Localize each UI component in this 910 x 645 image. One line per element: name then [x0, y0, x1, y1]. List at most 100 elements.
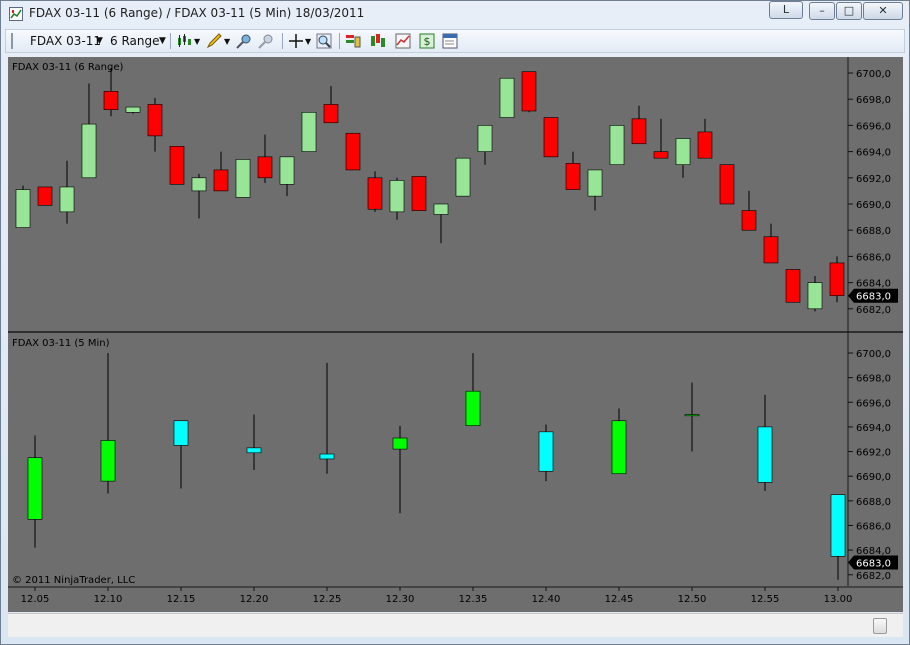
- x-axis-tick-label: 12.05: [21, 594, 50, 605]
- candle-body: [653, 151, 669, 159]
- zoom-out-icon[interactable]: [258, 33, 274, 49]
- last-price-label: 6683,0: [856, 292, 891, 303]
- drawing-tool-dropdown-icon[interactable]: ▼: [224, 37, 230, 46]
- candle-body: [697, 131, 713, 159]
- chart-style-icon[interactable]: [176, 33, 192, 49]
- x-axis-tick-label: 12.15: [167, 594, 196, 605]
- y-axis-tick-label: 6700,0: [856, 69, 891, 80]
- zoom-in-icon[interactable]: [236, 33, 252, 49]
- interval-selector[interactable]: 6 Range: [110, 34, 159, 48]
- candle-body: [37, 186, 53, 206]
- candle-body: [587, 169, 603, 197]
- candle-body: [59, 186, 75, 213]
- candle-body: [301, 111, 317, 152]
- chart-window: FDAX 03-11 (6 Range) / FDAX 03-11 (5 Min…: [0, 0, 910, 645]
- candle-body: [477, 125, 493, 152]
- candle-body: [323, 104, 339, 124]
- money-icon[interactable]: $: [419, 33, 435, 49]
- indicators-icon[interactable]: [345, 33, 361, 49]
- y-axis-tick-label: 6686,0: [856, 521, 891, 532]
- drawing-tool-icon[interactable]: [206, 33, 222, 49]
- candle-body: [611, 420, 627, 475]
- scrollbar-thumb[interactable]: [873, 618, 887, 634]
- candle-body: [538, 431, 554, 472]
- x-axis-tick-label: 12.25: [313, 594, 342, 605]
- candle-body: [100, 440, 116, 482]
- x-axis-tick-label: 12.40: [532, 594, 561, 605]
- minimize-button[interactable]: –: [809, 2, 835, 20]
- y-axis-tick-label: 6686,0: [856, 252, 891, 263]
- copyright-watermark: © 2011 NinjaTrader, LLC: [12, 575, 135, 586]
- strategies-icon[interactable]: [370, 33, 386, 49]
- candle-body: [345, 132, 361, 171]
- x-axis-tick-label: 13.00: [824, 594, 853, 605]
- candle-body: [521, 71, 537, 112]
- candle-body: [543, 117, 559, 158]
- candle-body: [829, 262, 845, 296]
- candle-body: [125, 106, 141, 113]
- data-series-icon[interactable]: [395, 33, 411, 49]
- y-axis-tick-label: 6682,0: [856, 305, 891, 316]
- x-axis-tick-label: 12.50: [678, 594, 707, 605]
- candle-body: [565, 163, 581, 190]
- candle-body: [830, 494, 846, 557]
- chart-area[interactable]: 6700,0 6698,0 6696,0 6694,0 6692,0 6690,0 6688…: [8, 57, 903, 612]
- y-axis-tick-label: 6700,0: [856, 349, 891, 360]
- chart-app-icon: [9, 7, 23, 21]
- candle-body: [81, 123, 97, 179]
- candle-body: [103, 91, 119, 110]
- candle-body: [807, 282, 823, 310]
- candle-body: [27, 457, 43, 520]
- candle-body: [279, 156, 295, 185]
- candle-body: [246, 447, 262, 454]
- horizontal-scrollbar[interactable]: [8, 613, 903, 637]
- crosshair-icon[interactable]: [288, 33, 304, 49]
- panel-label: FDAX 03-11 (6 Range): [12, 62, 124, 73]
- candle-body: [319, 453, 335, 460]
- y-axis-tick-label: 6688,0: [856, 497, 891, 508]
- candle-body: [741, 210, 757, 231]
- toolbar-grip: [11, 33, 13, 49]
- y-axis-tick-label: 6690,0: [856, 472, 891, 483]
- svg-text:$: $: [424, 35, 431, 48]
- y-axis-tick-label: 6696,0: [856, 398, 891, 409]
- candle-body: [257, 156, 273, 179]
- candle-body: [631, 118, 647, 145]
- candle-body: [719, 164, 735, 205]
- x-axis-tick-label: 12.30: [386, 594, 415, 605]
- candle-body: [411, 176, 427, 211]
- toolbar-separator: [282, 33, 283, 49]
- x-axis-tick-label: 12.35: [459, 594, 488, 605]
- candle-body: [763, 236, 779, 264]
- y-axis-tick-label: 6694,0: [856, 423, 891, 434]
- link-shortcut-button[interactable]: L: [769, 1, 803, 19]
- maximize-button[interactable]: □: [836, 2, 862, 20]
- candle-body: [684, 414, 700, 417]
- chart-style-dropdown-icon[interactable]: ▼: [194, 37, 200, 46]
- chart-toolbar: FDAX 03-11 ▼ 6 Range ▼ ▼ ▼ ▼ $: [5, 29, 905, 53]
- candle-body: [213, 169, 229, 192]
- y-axis-tick-label: 6698,0: [856, 374, 891, 385]
- instrument-selector[interactable]: FDAX 03-11: [30, 34, 101, 48]
- y-axis-tick-label: 6696,0: [856, 121, 891, 132]
- candle-body: [433, 203, 449, 215]
- y-axis-tick-label: 6690,0: [856, 200, 891, 211]
- y-axis-tick-label: 6684,0: [856, 279, 891, 290]
- instrument-dropdown-icon[interactable]: ▼: [96, 36, 103, 46]
- y-axis-tick-label: 6692,0: [856, 448, 891, 459]
- properties-icon[interactable]: [442, 33, 458, 49]
- candle-body: [499, 77, 515, 118]
- crosshair-dropdown-icon[interactable]: ▼: [305, 37, 311, 46]
- last-price-label: 6683,0: [856, 558, 891, 569]
- candle-body: [147, 104, 163, 137]
- title-bar[interactable]: FDAX 03-11 (6 Range) / FDAX 03-11 (5 Min…: [1, 1, 909, 27]
- toolbar-separator: [170, 33, 171, 49]
- y-axis-tick-label: 6688,0: [856, 226, 891, 237]
- x-axis-tick-label: 12.55: [751, 594, 780, 605]
- candle-body: [392, 437, 408, 450]
- magnify-icon[interactable]: [316, 33, 332, 49]
- interval-dropdown-icon[interactable]: ▼: [159, 36, 166, 46]
- y-axis-tick-label: 6698,0: [856, 95, 891, 106]
- close-button[interactable]: ✕: [863, 2, 903, 20]
- chart-background: [8, 57, 903, 612]
